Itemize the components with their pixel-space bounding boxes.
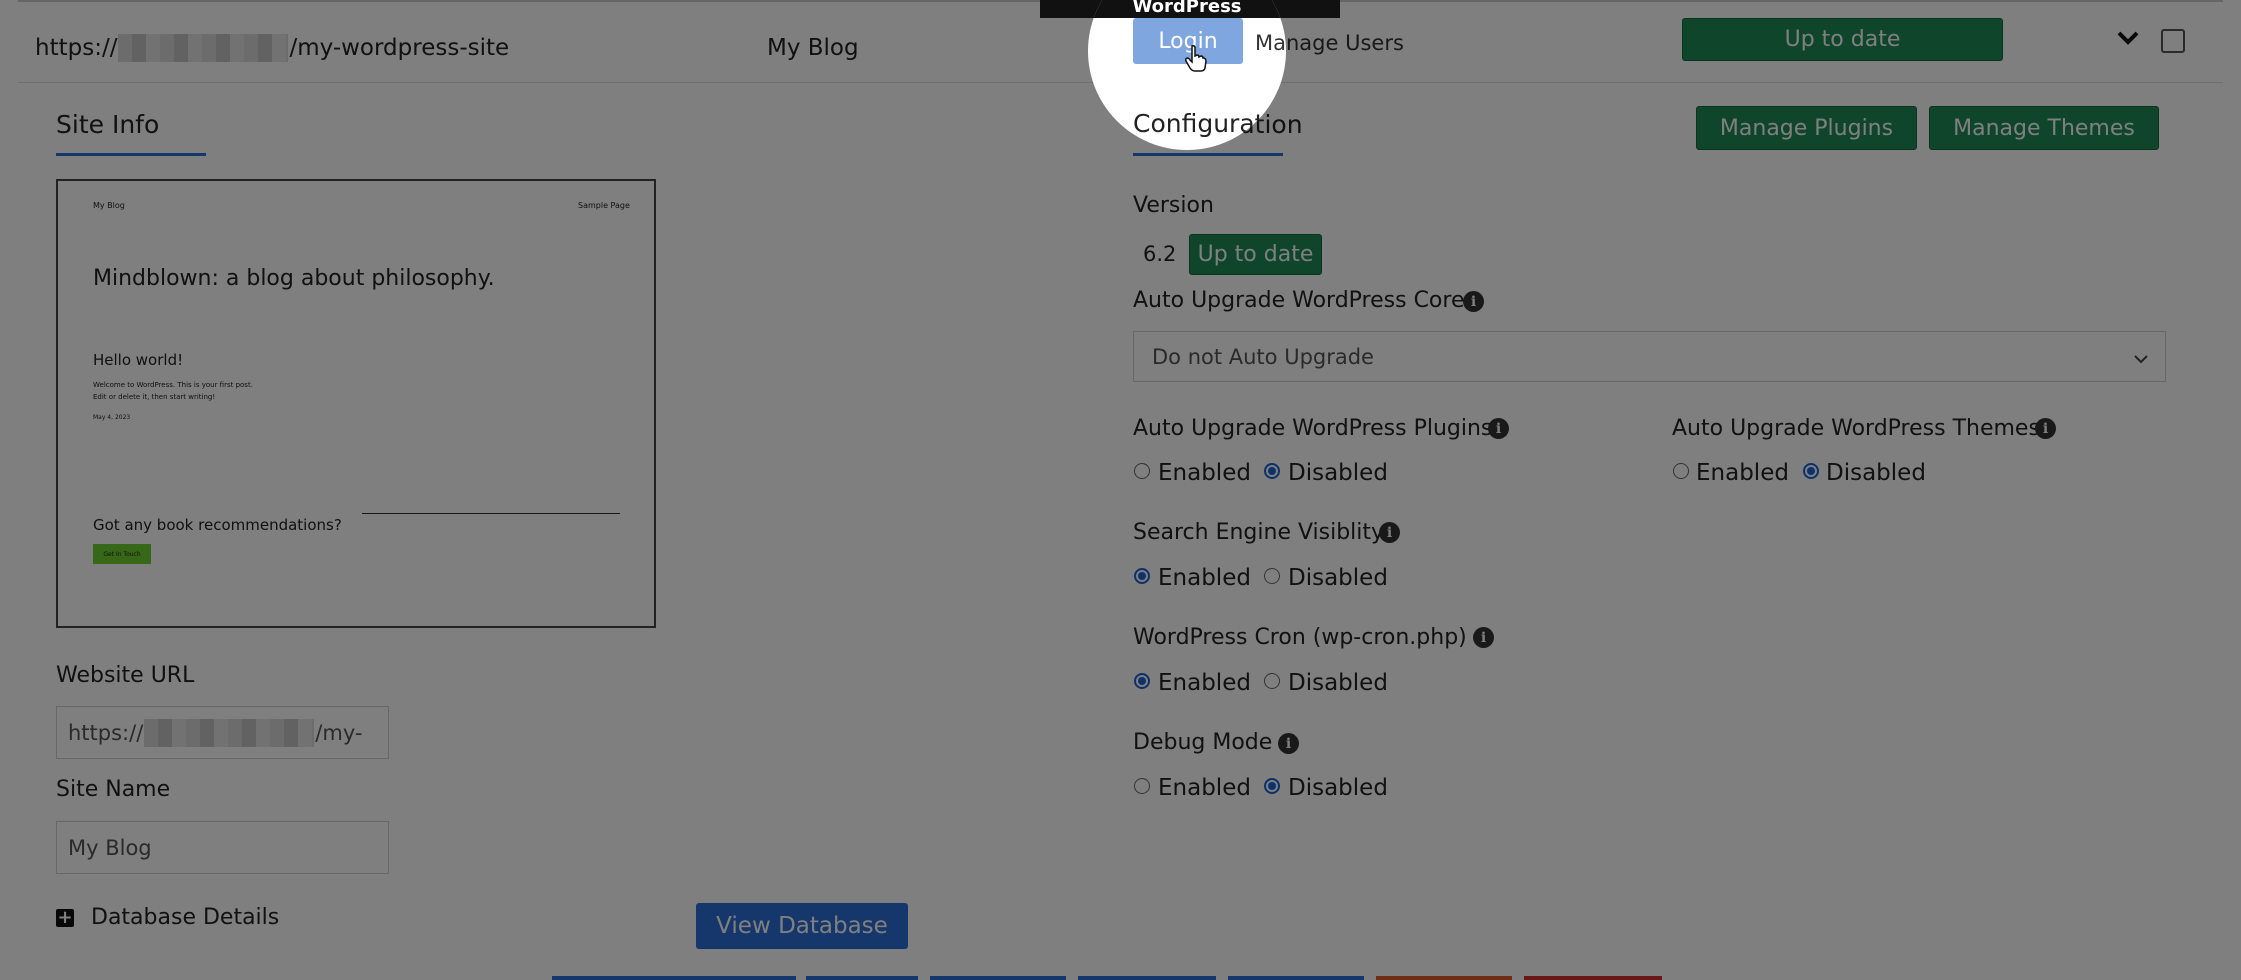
auto-upgrade-themes-label: Auto Upgrade WordPress Themes [1672,416,2040,441]
select-site-checkbox[interactable] [2161,29,2185,53]
bottom-button[interactable] [930,976,1066,980]
search-enabled-radio[interactable] [1134,568,1150,584]
debug-mode-label: Debug Mode [1133,730,1273,755]
configuration-heading-in-spot: Configuration [1133,109,1286,138]
site-name-label: Site Name [56,777,171,802]
info-icon[interactable]: i [1278,733,1299,754]
select-chevron-icon [2133,346,2149,370]
website-url-input[interactable]: https:// /my- [56,706,389,759]
preview-post-line2: Edit or delete it, then start writing! [93,393,216,401]
search-disabled-radio[interactable] [1264,568,1280,584]
debug-enabled-radio[interactable] [1134,778,1150,794]
search-visibility-label: Search Engine Visiblity [1133,520,1385,545]
themes-enabled-radio[interactable] [1673,463,1689,479]
view-database-button[interactable]: View Database [696,903,908,949]
cron-enabled-label[interactable]: Enabled [1158,670,1251,696]
preview-nav-right: Sample Page [578,201,630,210]
manage-plugins-button[interactable]: Manage Plugins [1696,106,1917,150]
debug-disabled-radio[interactable] [1264,778,1280,794]
chevron-down-icon[interactable] [2116,30,2140,50]
website-url-prefix: https:// [68,720,144,745]
bottom-button[interactable] [806,976,918,980]
wordpress-manager-page: https:// /my-wordpress-site My Blog Manag… [0,0,2241,980]
plus-square-icon[interactable]: + [56,909,74,927]
manage-users-link-in-spot[interactable]: Manage Users [1255,31,1286,55]
site-name: My Blog [767,35,859,61]
bottom-button[interactable] [552,976,796,980]
preview-cta-button: Get In Touch [93,544,151,564]
configuration-underline [1133,153,1283,156]
info-icon[interactable]: i [1379,522,1400,543]
database-details-toggle[interactable]: Database Details [91,905,279,930]
bottom-action-buttons [552,976,1662,980]
site-url[interactable]: https:// /my-wordpress-site [35,34,509,62]
preview-headline: Mindblown: a blog about philosophy. [93,266,495,291]
redacted-domain [118,34,289,62]
plugins-disabled-radio[interactable] [1264,463,1280,479]
site-preview[interactable]: My Blog Sample Page Mindblown: a blog ab… [56,179,656,628]
auto-upgrade-core-select[interactable]: Do not Auto Upgrade [1133,331,2166,382]
site-status-button[interactable]: Up to date [1682,18,2003,61]
cron-disabled-radio[interactable] [1264,673,1280,689]
bottom-button[interactable] [1376,976,1512,980]
auto-upgrade-plugins-label: Auto Upgrade WordPress Plugins [1133,416,1493,441]
site-url-prefix: https:// [35,35,118,61]
search-disabled-label[interactable]: Disabled [1288,565,1388,591]
preview-cta-text: Got any book recommendations? [93,516,342,534]
website-url-suffix: /my- [315,720,363,745]
info-icon[interactable]: i [1488,418,1509,439]
debug-disabled-label[interactable]: Disabled [1288,775,1388,801]
preview-post-line1: Welcome to WordPress. This is your first… [93,381,253,389]
site-info-heading[interactable]: Site Info [56,110,159,139]
website-url-label: Website URL [56,663,195,688]
site-name-input[interactable]: My Blog [56,821,389,874]
cron-disabled-label[interactable]: Disabled [1288,670,1388,696]
themes-disabled-radio[interactable] [1803,463,1819,479]
plugins-disabled-label[interactable]: Disabled [1288,460,1388,486]
info-icon[interactable]: i [2035,418,2056,439]
preview-post-date: May 4, 2023 [93,414,131,421]
version-status-button[interactable]: Up to date [1189,234,1322,275]
version-value: 6.2 [1143,242,1177,266]
plugins-enabled-radio[interactable] [1134,463,1150,479]
redacted-url [144,718,315,747]
manage-themes-button[interactable]: Manage Themes [1929,106,2159,150]
search-enabled-label[interactable]: Enabled [1158,565,1251,591]
hand-cursor-icon [1184,44,1207,76]
debug-enabled-label[interactable]: Enabled [1158,775,1251,801]
bottom-button[interactable] [1228,976,1364,980]
bottom-button[interactable] [1524,976,1662,980]
auto-upgrade-core-value: Do not Auto Upgrade [1152,344,1374,369]
preview-nav-left: My Blog [93,201,125,210]
auto-upgrade-core-label: Auto Upgrade WordPress Core [1133,288,1465,313]
plugins-enabled-label[interactable]: Enabled [1158,460,1251,486]
info-icon[interactable]: i [1463,291,1484,312]
wp-cron-label: WordPress Cron (wp-cron.php) [1133,625,1467,650]
version-label: Version [1133,193,1214,218]
tooltip-text-in-spot: WordPress [1132,0,1242,17]
site-info-underline [56,153,206,156]
info-icon[interactable]: i [1473,627,1494,648]
bottom-button[interactable] [1078,976,1216,980]
preview-divider [362,513,620,514]
themes-enabled-label[interactable]: Enabled [1696,460,1789,486]
cron-enabled-radio[interactable] [1134,673,1150,689]
themes-disabled-label[interactable]: Disabled [1826,460,1926,486]
site-url-suffix: /my-wordpress-site [289,35,510,61]
preview-post-title: Hello world! [93,351,184,369]
